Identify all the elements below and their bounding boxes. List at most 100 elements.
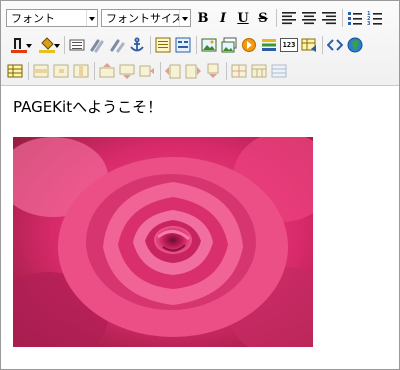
font-family-value: フォント — [11, 12, 55, 25]
chevron-down-icon — [86, 10, 97, 26]
underline-label: U — [237, 10, 249, 26]
row-delete-icon — [139, 65, 154, 77]
source-button[interactable] — [326, 36, 344, 54]
toolbar-separator — [226, 62, 227, 80]
numbered-list-icon: 123 — [367, 11, 382, 26]
chevron-down-icon — [179, 10, 190, 26]
bold-label: B — [197, 10, 209, 26]
row-insert-before-button[interactable] — [98, 62, 116, 80]
chevron-down-icon — [26, 44, 32, 48]
table-icon — [7, 64, 23, 78]
numbered-list-button[interactable]: 123 — [366, 9, 384, 27]
table-grid-icon — [271, 64, 287, 78]
col-insert-before-button[interactable] — [164, 62, 182, 80]
color-bars-button[interactable] — [260, 36, 278, 54]
bullet-list-icon — [348, 12, 362, 25]
align-right-icon — [322, 12, 336, 25]
strike-label: S — [258, 10, 268, 26]
toolbar-separator — [342, 9, 343, 27]
toolbar-separator — [28, 62, 29, 80]
unlink-button[interactable] — [108, 36, 126, 54]
align-left-button[interactable] — [280, 9, 298, 27]
table-row-props-button[interactable] — [32, 62, 50, 80]
toolbar-row-3 — [6, 60, 290, 82]
image-icon — [201, 38, 217, 52]
insert-text-button[interactable]: 123 — [280, 38, 298, 52]
horizontal-rule-button[interactable] — [68, 36, 86, 54]
align-center-button[interactable] — [300, 9, 318, 27]
rich-text-editor: フォント フォントサイズ B I U S 1 2 3 123 PAGEKitへよ… — [0, 0, 400, 370]
chevron-down-icon — [54, 44, 60, 48]
table-edit-icon — [301, 38, 316, 52]
template-icon — [155, 37, 171, 53]
strikethrough-button[interactable]: S — [254, 9, 272, 27]
paint-bucket-icon — [39, 37, 55, 53]
toolbar-separator — [160, 62, 161, 80]
table-cell-props-button[interactable] — [52, 62, 70, 80]
welcome-text: PAGEKitへようこそ！ — [13, 98, 163, 116]
text-color-button[interactable] — [6, 36, 32, 54]
anchor-button[interactable] — [128, 36, 146, 54]
font-size-value: フォントサイズ — [106, 12, 183, 25]
flash-button[interactable] — [240, 36, 258, 54]
insert-table-button[interactable] — [6, 62, 24, 80]
editor-toolbar: フォント フォントサイズ B I U S 1 2 3 123 — [1, 1, 399, 86]
font-family-select[interactable]: フォント — [6, 9, 98, 27]
row-insert-icon — [99, 63, 115, 78]
align-left-icon — [282, 12, 296, 25]
horizontal-rule-icon — [69, 39, 85, 51]
gallery-icon — [221, 37, 237, 53]
code-icon — [327, 39, 343, 51]
column-insert-after-icon — [185, 64, 201, 79]
form-icon — [175, 37, 191, 53]
table-column-icon — [73, 64, 89, 78]
column-delete-icon — [207, 63, 219, 78]
rose-image — [13, 137, 313, 347]
globe-icon — [347, 37, 363, 53]
unlink-icon — [110, 39, 125, 53]
row-insert-after-button[interactable] — [118, 62, 136, 80]
insert-image-button[interactable] — [200, 36, 218, 54]
image-gallery-button[interactable] — [220, 36, 238, 54]
row-insert-after-icon — [119, 64, 135, 79]
merge-cells-icon — [251, 64, 267, 78]
toolbar-separator — [94, 62, 95, 80]
toolbar-row-1: フォント フォントサイズ B I U S 1 2 3 — [6, 7, 386, 29]
underline-button[interactable]: U — [234, 9, 252, 27]
form-button[interactable] — [174, 36, 192, 54]
col-delete-button[interactable] — [204, 62, 222, 80]
align-center-icon — [302, 12, 316, 25]
link-icon — [90, 39, 104, 53]
column-insert-icon — [165, 64, 181, 79]
toolbar-separator — [64, 36, 65, 54]
table-col-props-button[interactable] — [72, 62, 90, 80]
toolbar-row-2: 123 — [6, 34, 366, 56]
special-char-button[interactable] — [300, 36, 318, 54]
italic-label: I — [219, 10, 227, 26]
text-color-icon — [11, 38, 27, 53]
split-cells-icon — [231, 64, 247, 78]
font-size-select[interactable]: フォントサイズ — [101, 9, 191, 27]
split-cells-button[interactable] — [230, 62, 248, 80]
table-grid-button[interactable] — [270, 62, 288, 80]
bold-button[interactable]: B — [194, 9, 212, 27]
italic-button[interactable]: I — [214, 9, 232, 27]
flash-icon — [242, 38, 256, 52]
highlight-color-button[interactable] — [34, 36, 60, 54]
merge-cells-button[interactable] — [250, 62, 268, 80]
toolbar-separator — [150, 36, 151, 54]
insert-text-label: 123 — [282, 41, 296, 49]
align-right-button[interactable] — [320, 9, 338, 27]
web-button[interactable] — [346, 36, 364, 54]
col-insert-after-button[interactable] — [184, 62, 202, 80]
row-delete-button[interactable] — [138, 62, 156, 80]
toolbar-separator — [196, 36, 197, 54]
link-button[interactable] — [88, 36, 106, 54]
toolbar-separator — [276, 9, 277, 27]
bullet-list-button[interactable] — [346, 9, 364, 27]
editor-content-area[interactable]: PAGEKitへようこそ！ — [1, 86, 399, 369]
template-button[interactable] — [154, 36, 172, 54]
rose-photo-icon — [13, 137, 313, 347]
toolbar-separator — [322, 36, 323, 54]
svg-text:3: 3 — [367, 21, 371, 26]
